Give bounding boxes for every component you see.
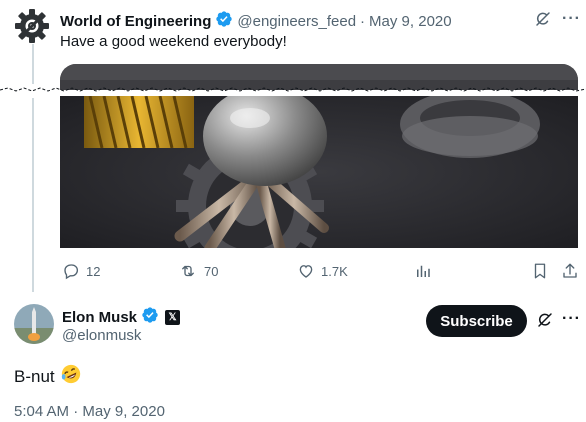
reply-count: 12 — [86, 263, 101, 279]
tweet-text-content: B-nut — [14, 366, 55, 386]
views-icon — [417, 265, 430, 277]
like-button[interactable]: 1.7K — [297, 262, 348, 280]
grok-icon[interactable] — [534, 10, 552, 33]
tweet-text: B-nut — [14, 363, 82, 390]
retweet-button[interactable]: 70 — [178, 262, 218, 280]
thread-line — [32, 44, 34, 84]
author-name[interactable]: Elon Musk — [62, 309, 137, 326]
x-affiliate-icon[interactable]: 𝕏 — [165, 309, 181, 325]
retweet-icon — [182, 265, 194, 277]
share-icon — [563, 263, 577, 278]
tweet-image[interactable] — [60, 96, 578, 248]
verified-badge-icon[interactable] — [141, 306, 159, 328]
share-button[interactable] — [561, 262, 585, 280]
retweet-count: 70 — [204, 263, 219, 279]
bookmark-icon — [534, 263, 546, 279]
separator: · — [360, 12, 366, 30]
author-handle[interactable]: @elonmusk — [62, 327, 141, 344]
bookmark-button[interactable] — [531, 262, 555, 280]
author-handle[interactable]: @engineers_feed — [237, 13, 356, 30]
main-tweet: Elon Musk 𝕏 @elonmusk Subscribe ··· B-nu… — [0, 292, 586, 422]
tweet-timestamp[interactable]: 5:04 AM · May 9, 2020 — [14, 403, 165, 420]
more-options-icon[interactable]: ··· — [562, 10, 581, 28]
reply-button[interactable]: 12 — [62, 262, 100, 280]
subscribe-button[interactable]: Subscribe — [426, 305, 527, 337]
author-name[interactable]: World of Engineering — [60, 13, 211, 30]
grok-icon[interactable] — [536, 311, 554, 334]
more-options-icon[interactable]: ··· — [562, 310, 581, 328]
avatar[interactable] — [14, 304, 54, 344]
verified-badge-icon[interactable] — [215, 10, 233, 32]
gear-logo-icon[interactable] — [14, 8, 50, 44]
like-count: 1.7K — [321, 263, 348, 279]
quoted-tweet[interactable]: World of Engineering @engineers_feed · M… — [0, 0, 586, 292]
tweet-text: Have a good weekend everybody! — [60, 33, 287, 50]
heart-icon — [299, 265, 313, 278]
reply-icon — [64, 264, 79, 280]
action-bar: 12 70 1.7K — [0, 262, 586, 282]
views-button[interactable] — [414, 262, 438, 280]
rolling-laughing-emoji-icon — [60, 363, 82, 390]
tweet-date[interactable]: May 9, 2020 — [369, 13, 452, 30]
